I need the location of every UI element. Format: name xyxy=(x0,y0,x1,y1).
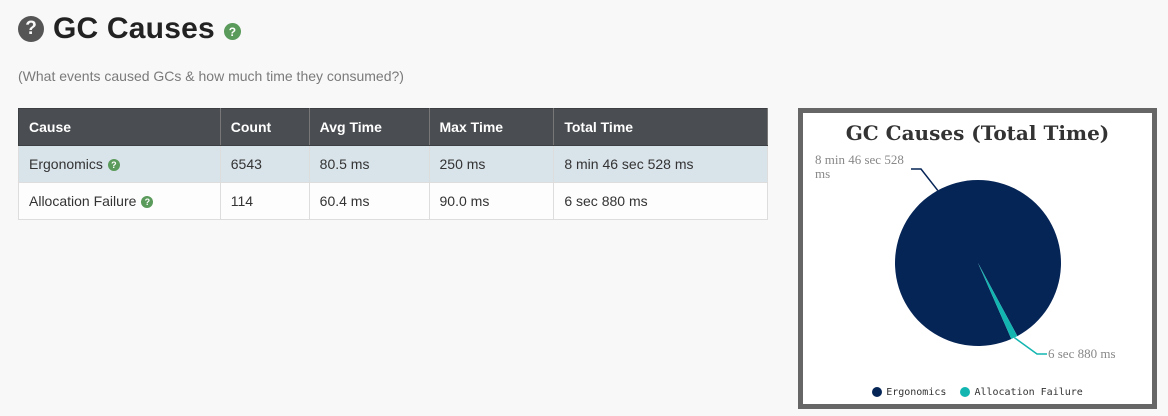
slice-label-allocation-failure: 6 sec 880 ms xyxy=(1048,346,1116,361)
legend-item-ergonomics[interactable]: Ergonomics xyxy=(872,387,946,398)
avg-time-cell: 60.4 ms xyxy=(308,182,430,220)
cause-cell: Allocation Failure? xyxy=(18,182,221,220)
page-subtitle: (What events caused GCs & how much time … xyxy=(18,68,404,84)
max-time-cell: 250 ms xyxy=(428,145,555,183)
max-time-cell: 90.0 ms xyxy=(428,182,555,220)
pie-chart: 8 min 46 sec 528 ms 6 sec 880 ms xyxy=(815,152,1116,361)
info-help-icon[interactable]: ? xyxy=(141,196,154,209)
cause-cell: Ergonomics? xyxy=(18,145,221,183)
column-header-max-time: Max Time xyxy=(428,108,555,146)
column-header-avg-time: Avg Time xyxy=(308,108,430,146)
legend-item-allocation-failure[interactable]: Allocation Failure xyxy=(960,386,1083,398)
pie-chart-panel: GC Causes (Total Time) 8 min 46 sec 528 m… xyxy=(798,108,1157,409)
cause-label: Allocation Failure xyxy=(29,193,137,209)
total-time-cell: 6 sec 880 ms xyxy=(553,182,768,220)
table-row: Allocation Failure? 114 60.4 ms 90.0 ms … xyxy=(18,182,768,220)
column-header-total-time: Total Time xyxy=(553,108,768,146)
slice-label-ergonomics: 8 min 46 sec 528 ms xyxy=(815,152,904,181)
table-header-row: Cause Count Avg Time Max Time Total Time xyxy=(18,108,768,146)
gc-causes-table: Cause Count Avg Time Max Time Total Time… xyxy=(18,108,768,220)
legend-dot xyxy=(872,387,883,397)
total-time-cell: 8 min 46 sec 528 ms xyxy=(553,145,768,183)
pie-slice-ergonomics[interactable] xyxy=(895,179,1062,346)
info-help-icon[interactable]: ? xyxy=(107,159,120,172)
chart-legend: Ergonomics Allocation Failure xyxy=(803,387,1152,401)
info-help-icon[interactable]: ? xyxy=(223,23,241,40)
count-cell: 114 xyxy=(219,182,310,220)
count-cell: 6543 xyxy=(219,145,310,183)
page-header: ? GC Causes ? xyxy=(18,12,241,46)
leader-line xyxy=(911,168,939,191)
leader-line xyxy=(1013,336,1047,355)
legend-label: Allocation Failure xyxy=(974,386,1083,398)
avg-time-cell: 80.5 ms xyxy=(308,145,430,183)
legend-dot xyxy=(960,387,971,397)
column-header-count: Count xyxy=(219,108,310,146)
column-header-cause: Cause xyxy=(18,108,221,146)
table-row: Ergonomics? 6543 80.5 ms 250 ms 8 min 46… xyxy=(18,145,768,183)
page-title: GC Causes xyxy=(53,12,215,45)
help-circle-icon[interactable]: ? xyxy=(18,16,44,42)
cause-label: Ergonomics xyxy=(29,156,103,172)
legend-label: Ergonomics xyxy=(886,386,947,398)
